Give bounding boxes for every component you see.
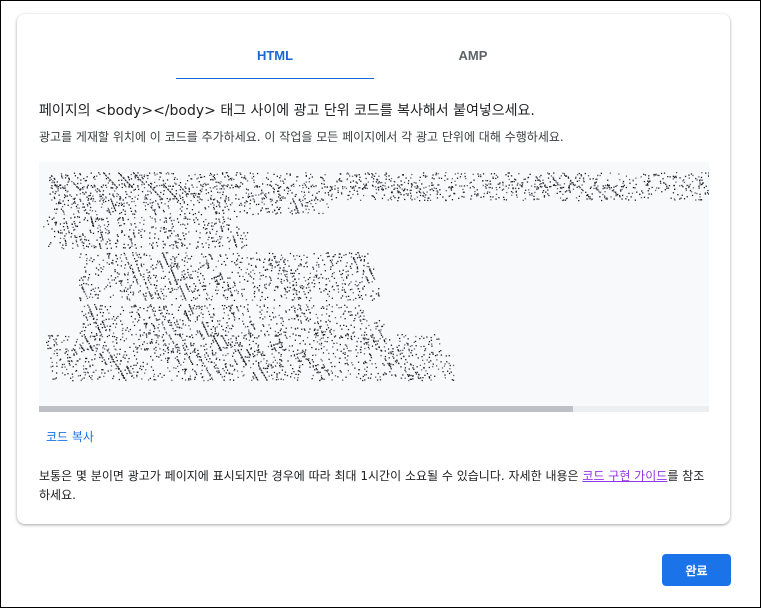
obscured-code-noise: [43, 172, 709, 382]
body-tag-text: <body></body>: [94, 103, 216, 119]
code-dialog-card: HTML AMP 페이지의 <body></body> 태그 사이에 광고 단위…: [17, 14, 730, 524]
instruction-prefix: 페이지의: [39, 103, 95, 119]
horizontal-scrollbar[interactable]: [39, 406, 709, 412]
copy-code-link[interactable]: 코드 복사: [46, 428, 94, 445]
note-text: 보통은 몇 분이면 광고가 페이지에 표시되지만 경우에 따라 최대 1시간이 …: [39, 469, 583, 483]
instruction-text: 페이지의 <body></body> 태그 사이에 광고 단위 코드를 복사해서…: [39, 100, 535, 120]
instruction-suffix: 태그 사이에 광고 단위 코드를 복사해서 붙여넣으세요.: [215, 103, 535, 119]
tab-amp[interactable]: AMP: [374, 48, 572, 78]
implementation-guide-link[interactable]: 코드 구현 가이드: [582, 469, 667, 483]
scrollbar-thumb[interactable]: [39, 406, 573, 412]
code-snippet-box[interactable]: [39, 162, 709, 412]
done-button[interactable]: 완료: [662, 554, 731, 586]
tab-html[interactable]: HTML: [176, 48, 374, 79]
instruction-subtext: 광고를 게재할 위치에 이 코드를 추가하세요. 이 작업을 모든 페이지에서 …: [39, 130, 564, 144]
info-note: 보통은 몇 분이면 광고가 페이지에 표시되지만 경우에 따라 최대 1시간이 …: [39, 467, 709, 505]
